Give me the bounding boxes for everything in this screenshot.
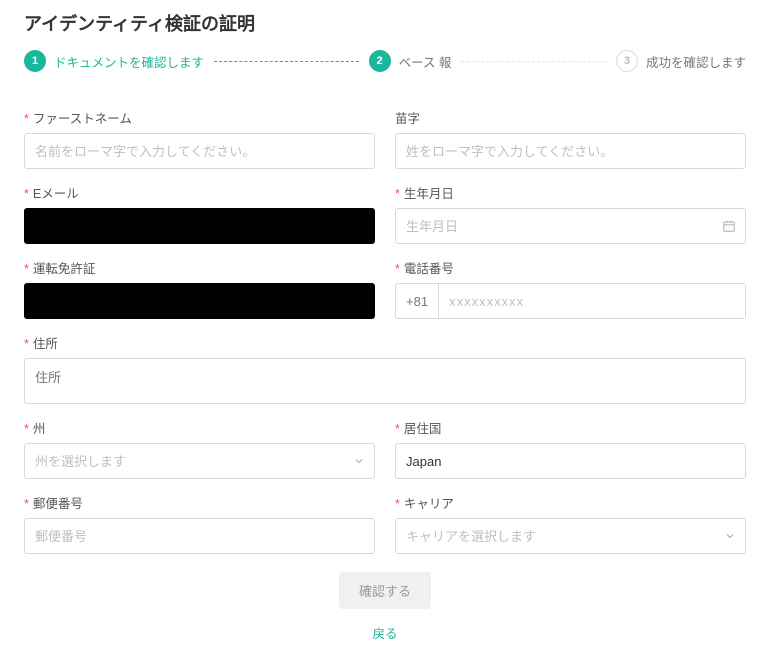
step-2-label: ベース 報 <box>399 52 452 71</box>
address-input[interactable] <box>24 358 746 404</box>
last-name-label: 苗字 <box>395 108 746 127</box>
postcode-label: *郵便番号 <box>24 493 375 512</box>
step-3: 3 成功を確認します <box>616 50 746 72</box>
first-name-input[interactable] <box>24 133 375 169</box>
carrier-label: *キャリア <box>395 493 746 512</box>
phone-prefix[interactable]: +81 <box>396 284 439 318</box>
carrier-select[interactable] <box>395 518 746 554</box>
country-input[interactable] <box>395 443 746 479</box>
step-3-label: 成功を確認します <box>646 52 746 71</box>
step-1: 1 ドキュメントを確認します <box>24 50 204 72</box>
back-link[interactable]: 戻る <box>24 623 746 642</box>
confirm-button[interactable]: 確認する <box>339 572 431 609</box>
phone-label: *電話番号 <box>395 258 746 277</box>
step-2: 2 ベース 報 <box>369 50 452 72</box>
birthdate-input[interactable] <box>395 208 746 244</box>
email-label: *Eメール <box>24 183 375 202</box>
step-connector-1-2 <box>214 61 359 62</box>
email-input-redacted[interactable] <box>24 208 375 244</box>
last-name-input[interactable] <box>395 133 746 169</box>
license-label: *運転免許証 <box>24 258 375 277</box>
state-select[interactable] <box>24 443 375 479</box>
page-title: アイデンティティ検証の証明 <box>24 10 746 36</box>
step-connector-2-3 <box>461 61 606 62</box>
phone-field[interactable]: +81 <box>395 283 746 319</box>
step-1-label: ドキュメントを確認します <box>54 52 204 71</box>
phone-input[interactable] <box>439 284 745 318</box>
stepper: 1 ドキュメントを確認します 2 ベース 報 3 成功を確認します <box>24 50 746 72</box>
birthdate-label: *生年月日 <box>395 183 746 202</box>
step-1-number: 1 <box>24 50 46 72</box>
state-label: *州 <box>24 418 375 437</box>
step-3-number: 3 <box>616 50 638 72</box>
identity-form: *ファーストネーム 苗字 *Eメール *生年月日 <box>24 102 746 642</box>
address-label: *住所 <box>24 333 746 352</box>
first-name-label: *ファーストネーム <box>24 108 375 127</box>
step-2-number: 2 <box>369 50 391 72</box>
country-label: *居住国 <box>395 418 746 437</box>
license-input-redacted[interactable] <box>24 283 375 319</box>
postcode-input[interactable] <box>24 518 375 554</box>
